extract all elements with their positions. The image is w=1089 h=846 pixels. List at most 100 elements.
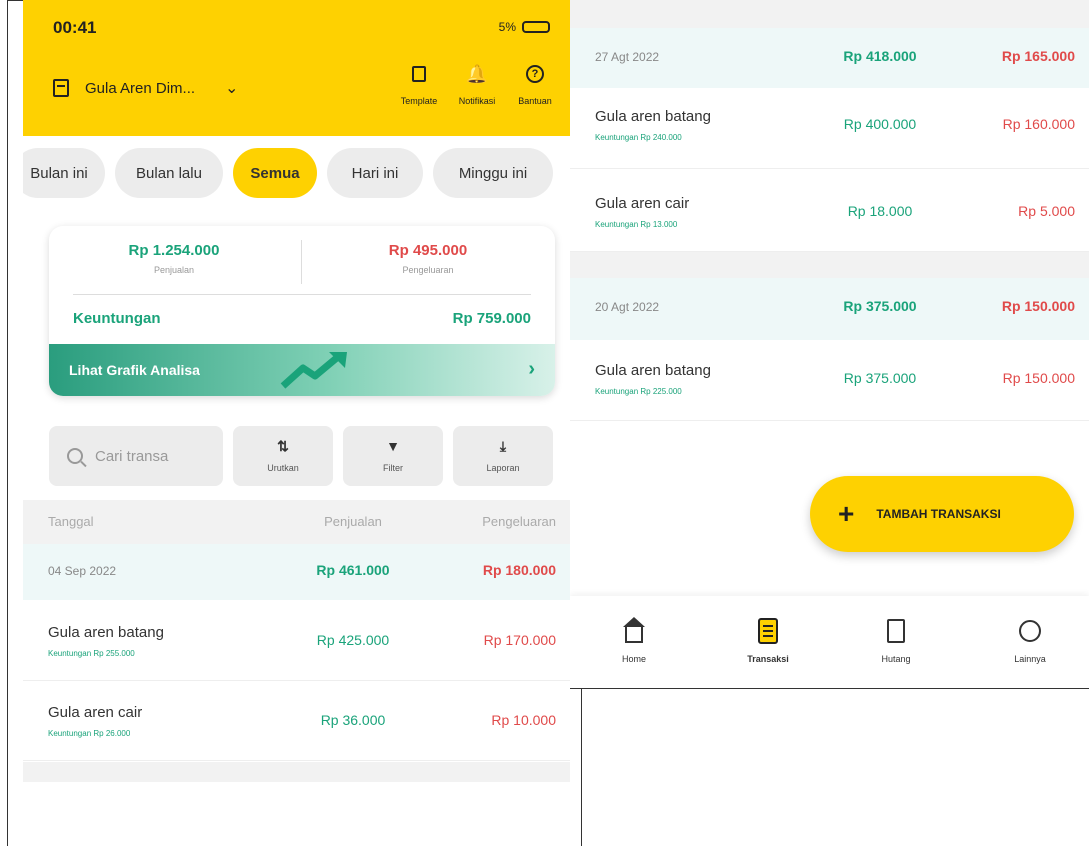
item-sales: Rp 375.000 xyxy=(843,370,917,386)
sort-icon: ⇅ xyxy=(277,438,289,454)
header-date: Tanggal xyxy=(48,514,94,529)
list-gap xyxy=(23,762,570,782)
date-expense: Rp 150.000 xyxy=(1001,298,1075,314)
item-profit: Keuntungan Rp 255.000 xyxy=(48,649,135,658)
transaction-row[interactable]: Gula aren cair Keuntungan Rp 26.000 Rp 3… xyxy=(23,682,570,761)
status-time: 00:41 xyxy=(53,18,97,37)
item-profit: Keuntungan Rp 13.000 xyxy=(595,220,678,229)
notification-button[interactable]: 🔔 Notifikasi xyxy=(454,63,500,107)
summary-divider xyxy=(301,240,302,284)
item-expense: Rp 150.000 xyxy=(1002,370,1075,386)
status-icons: 5% xyxy=(499,20,550,34)
search-placeholder: Cari transa xyxy=(95,447,169,465)
item-sales: Rp 36.000 xyxy=(320,712,386,728)
store-selector[interactable]: Gula Aren Dim... ⌄ xyxy=(53,78,238,98)
nav-lainnya[interactable]: Lainnya xyxy=(990,618,1070,664)
nav-transaksi[interactable]: Transaksi xyxy=(728,618,808,664)
battery-icon xyxy=(522,21,550,33)
transaction-row[interactable]: Gula aren batang Keuntungan Rp 240.000 R… xyxy=(570,88,1089,169)
chevron-down-icon: ⌄ xyxy=(225,80,239,97)
store-name: Gula Aren Dim... xyxy=(85,79,196,97)
sort-button[interactable]: ⇅ Urutkan xyxy=(233,426,333,486)
help-label: Bantuan xyxy=(518,96,552,106)
template-label: Template xyxy=(400,96,438,106)
transaction-row[interactable]: Gula aren batang Keuntungan Rp 255.000 R… xyxy=(23,602,570,681)
date-expense: Rp 180.000 xyxy=(482,562,556,578)
date-group-row: 27 Agt 2022 Rp 418.000 Rp 165.000 xyxy=(570,28,1089,88)
item-name: Gula aren batang xyxy=(48,624,164,641)
plus-icon: + xyxy=(838,498,855,529)
item-profit: Keuntungan Rp 26.000 xyxy=(48,729,131,738)
summary-separator xyxy=(73,294,531,295)
table-header: Tanggal Penjualan Pengeluaran xyxy=(23,500,570,544)
profile-icon xyxy=(1019,620,1041,642)
add-transaction-label: TAMBAH TRANSAKSI xyxy=(876,507,1001,521)
transaction-icon xyxy=(758,618,778,644)
date-label: 20 Agt 2022 xyxy=(595,300,660,314)
search-input[interactable]: Cari transa xyxy=(49,426,223,486)
battery-percent: 5% xyxy=(498,20,516,34)
help-button[interactable]: ? Bantuan xyxy=(512,64,558,106)
nav-transaksi-label: Transaksi xyxy=(747,654,789,664)
date-sales: Rp 418.000 xyxy=(843,48,917,64)
report-label: Laporan xyxy=(486,463,520,473)
list-gap xyxy=(570,0,1089,28)
header-expense: Pengeluaran xyxy=(482,514,556,529)
trend-up-icon xyxy=(280,352,347,389)
transaction-row[interactable]: Gula aren cair Keuntungan Rp 13.000 Rp 1… xyxy=(570,169,1089,252)
profit-value: Rp 759.000 xyxy=(452,310,531,327)
date-sales: Rp 375.000 xyxy=(843,298,917,314)
expense-summary: Rp 495.000 Pengeluaran xyxy=(303,242,553,275)
right-screen: 27 Agt 2022 Rp 418.000 Rp 165.000 Gula a… xyxy=(570,0,1089,688)
transaction-row[interactable]: Gula aren batang Keuntungan Rp 225.000 R… xyxy=(570,340,1089,421)
chip-semua[interactable]: Semua xyxy=(233,148,317,198)
item-name: Gula aren batang xyxy=(595,108,711,125)
item-name: Gula aren cair xyxy=(595,195,690,212)
nav-home[interactable]: Home xyxy=(594,617,674,664)
chart-analysis-link[interactable]: Lihat Grafik Analisa › xyxy=(49,344,555,396)
date-sales: Rp 461.000 xyxy=(316,562,390,578)
template-button[interactable]: Template xyxy=(396,64,442,106)
sales-summary: Rp 1.254.000 Penjualan xyxy=(49,242,299,275)
nav-hutang-label: Hutang xyxy=(881,654,911,664)
left-screen: 00:41 5% Gula Aren Dim... ⌄ Template 🔔 N… xyxy=(23,0,570,846)
nav-lainnya-label: Lainnya xyxy=(1014,654,1046,664)
header-actions: Template 🔔 Notifikasi ? Bantuan xyxy=(396,63,558,107)
period-filter-chips: Bulan ini Bulan lalu Semua Hari ini Ming… xyxy=(23,148,553,198)
bell-icon: 🔔 xyxy=(465,63,489,84)
nav-home-label: Home xyxy=(621,654,646,664)
item-name: Gula aren cair xyxy=(48,704,143,721)
header-sales: Penjualan xyxy=(324,514,382,529)
chip-minggu-ini[interactable]: Minggu ini xyxy=(433,148,553,198)
nav-hutang[interactable]: Hutang xyxy=(856,618,936,664)
home-icon xyxy=(623,617,645,643)
date-expense: Rp 165.000 xyxy=(1001,48,1075,64)
sales-label: Penjualan xyxy=(153,265,195,275)
filter-icon: ▼ xyxy=(386,438,400,454)
expense-label: Pengeluaran xyxy=(402,265,454,275)
chip-bulan-lalu[interactable]: Bulan lalu xyxy=(115,148,223,198)
date-label: 04 Sep 2022 xyxy=(48,564,117,578)
expense-total: Rp 495.000 xyxy=(388,242,468,259)
filter-button[interactable]: ▼ Filter xyxy=(343,426,443,486)
item-sales: Rp 18.000 xyxy=(847,203,913,219)
sort-label: Urutkan xyxy=(267,463,299,473)
template-icon xyxy=(412,66,426,82)
filter-label: Filter xyxy=(383,463,403,473)
chip-bulan-ini[interactable]: Bulan ini xyxy=(23,148,105,198)
date-group-row: 04 Sep 2022 Rp 461.000 Rp 180.000 xyxy=(23,544,570,600)
date-group-row: 20 Agt 2022 Rp 375.000 Rp 150.000 xyxy=(570,278,1089,340)
chip-hari-ini[interactable]: Hari ini xyxy=(327,148,423,198)
report-button[interactable]: ⤓ Laporan xyxy=(453,426,553,486)
transaction-tools: Cari transa ⇅ Urutkan ▼ Filter ⤓ Laporan xyxy=(49,426,553,486)
item-expense: Rp 10.000 xyxy=(491,712,556,728)
search-icon xyxy=(67,448,83,464)
add-transaction-button[interactable]: + TAMBAH TRANSAKSI xyxy=(810,476,1074,552)
item-expense: Rp 160.000 xyxy=(1002,116,1075,132)
frame-right-bottom-line xyxy=(570,688,1089,689)
list-gap xyxy=(570,252,1089,278)
item-profit: Keuntungan Rp 240.000 xyxy=(595,133,682,142)
app-header: 00:41 5% Gula Aren Dim... ⌄ Template 🔔 N… xyxy=(23,0,570,136)
bottom-navigation: Home Transaksi Hutang Lainnya xyxy=(570,596,1089,688)
store-icon xyxy=(53,79,69,97)
